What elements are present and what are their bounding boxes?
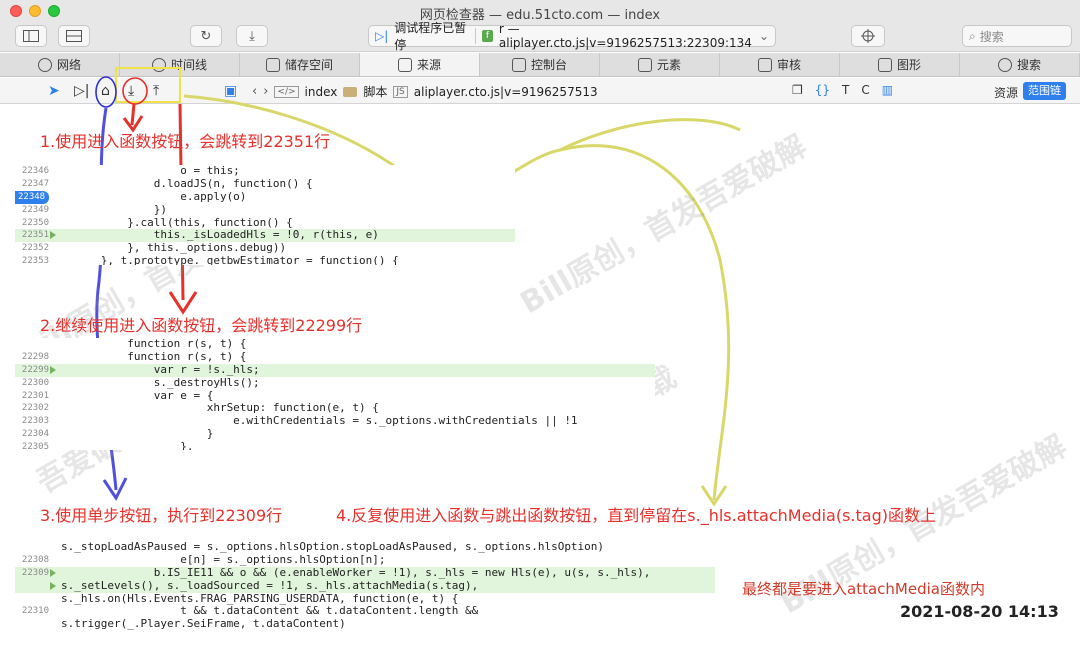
code-text: var r = !s._hls; — [61, 362, 260, 376]
line-number[interactable]: 22304 — [15, 428, 49, 441]
line-number[interactable]: 22346 — [15, 165, 49, 178]
code-line[interactable]: 22353 }, t.prototype._getbwEstimator = f… — [15, 254, 515, 265]
code-text: s._destroyHls(); — [61, 375, 260, 389]
code-text: function r(s, t) { — [61, 349, 247, 363]
code-line[interactable]: 22309 b.IS_IE11 && o && (e.enableWorker … — [15, 565, 715, 580]
code-text: s._stopLoadAsPaused = s._options.hlsOpti… — [61, 541, 605, 553]
code-line[interactable]: 22347 d.loadJS(n, function() { — [15, 176, 515, 191]
annotation-step4: 4.反复使用进入函数与跳出函数按钮，直到停留在s._hls.attachMedi… — [336, 506, 936, 525]
code-line[interactable]: 22299 var r = !s._hls; — [15, 362, 655, 377]
line-number[interactable]: 22303 — [15, 415, 49, 428]
code-line[interactable]: s._setLevels(), s._loadSourced = !1, s._… — [15, 578, 715, 593]
line-number[interactable]: 22349 — [15, 204, 49, 217]
code-panel-2: function r(s, t) {22298 function r(s, t)… — [15, 338, 655, 450]
code-text: function r(s, t) { — [61, 338, 247, 350]
line-number[interactable]: 22301 — [15, 390, 49, 403]
code-line[interactable]: 22300 s._destroyHls(); — [15, 375, 655, 390]
code-line[interactable]: 22308 e[n] = s._options.hlsOption[n]; — [15, 552, 715, 567]
code-line[interactable]: function r(s, t) { — [15, 338, 655, 351]
final-note: 最终都是要进入attachMedia函数内 — [742, 580, 985, 598]
line-number[interactable]: 22351 — [15, 229, 49, 242]
line-number[interactable]: 22310 — [15, 605, 49, 618]
line-number[interactable]: 22309 — [15, 567, 49, 580]
line-number[interactable]: 22352 — [15, 242, 49, 255]
code-text: d.loadJS(n, function() { — [61, 176, 313, 190]
code-panel-1: 22346 o = this; 22347 d.loadJS(n, functio… — [15, 165, 515, 265]
annotation-step2: 2.继续使用进入函数按钮，会跳转到22299行 — [40, 316, 363, 335]
code-lines: 22346 o = this; 22347 d.loadJS(n, functio… — [15, 165, 515, 265]
code-line[interactable]: 22305 }, — [15, 440, 655, 450]
line-number[interactable]: 22348 — [15, 190, 49, 204]
code-text: e[n] = s._options.hlsOption[n]; — [61, 552, 386, 566]
line-number[interactable]: 22300 — [15, 377, 49, 390]
code-lines: function r(s, t) {22298 function r(s, t)… — [15, 338, 655, 450]
code-line[interactable]: 22346 o = this; — [15, 165, 515, 178]
line-number[interactable]: 22308 — [15, 554, 49, 567]
code-line[interactable]: 22348 e.apply(o) — [15, 189, 515, 204]
code-line[interactable]: 22349 }) — [15, 202, 515, 217]
code-panel-3: s._stopLoadAsPaused = s._options.hlsOpti… — [15, 541, 715, 633]
code-text: o = this; — [61, 165, 240, 177]
code-line[interactable]: s._stopLoadAsPaused = s._options.hlsOpti… — [15, 541, 715, 554]
code-text: }, — [61, 440, 194, 450]
code-text: e.apply(o) — [61, 189, 247, 203]
annotation-step1: 1.使用进入函数按钮，会跳转到22351行 — [40, 132, 331, 151]
timestamp: 2021-08-20 14:13 — [900, 602, 1059, 621]
line-number[interactable]: 22350 — [15, 217, 49, 230]
code-line[interactable]: s.trigger(_.Player.SeiFrame, t.dataConte… — [15, 617, 715, 631]
annotation-step3: 3.使用单步按钮，执行到22309行 — [40, 506, 283, 525]
line-number[interactable]: 22302 — [15, 402, 49, 415]
code-lines: s._stopLoadAsPaused = s._options.hlsOpti… — [15, 541, 715, 631]
code-text: s.trigger(_.Player.SeiFrame, t.dataConte… — [61, 617, 346, 631]
code-text: }) — [61, 202, 167, 216]
code-text: b.IS_IE11 && o && (e.enableWorker = !1),… — [61, 565, 651, 579]
line-number[interactable]: 22299 — [15, 364, 49, 377]
line-number[interactable]: 22305 — [15, 441, 49, 450]
line-number[interactable]: 22353 — [15, 255, 49, 265]
code-line[interactable]: 22298 function r(s, t) { — [15, 349, 655, 364]
line-number[interactable]: 22347 — [15, 178, 49, 191]
line-number[interactable]: 22298 — [15, 351, 49, 364]
code-text: s._setLevels(), s._loadSourced = !1, s._… — [61, 578, 479, 592]
code-text: }, t.prototype._getbwEstimator = functio… — [61, 254, 399, 265]
